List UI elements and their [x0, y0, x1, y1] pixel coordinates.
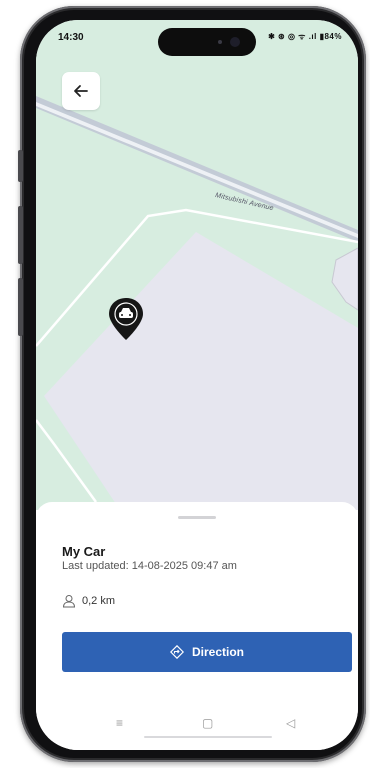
person-icon — [62, 595, 76, 608]
back-button[interactable] — [62, 72, 100, 110]
phone-screen: Mitsubishi Avenue 14:30 ✱ ⊛ ◎ ᯤ .ıl ▮84%… — [36, 20, 358, 750]
direction-button[interactable]: Direction — [62, 632, 352, 672]
status-icons: ✱ ⊛ ◎ ᯤ .ıl ▮84% — [268, 32, 342, 41]
silent-switch — [18, 150, 23, 182]
building-area — [44, 232, 358, 510]
avenue-centerline — [36, 102, 358, 238]
small-building — [331, 247, 358, 311]
home-indicator[interactable] — [144, 736, 272, 738]
sheet-drag-handle[interactable] — [178, 516, 216, 519]
menu-nav-button[interactable]: ≡ — [116, 716, 123, 730]
back-nav-button[interactable]: ◁ — [286, 716, 295, 730]
front-camera — [230, 37, 240, 47]
home-nav-button[interactable]: ▢ — [202, 716, 213, 730]
vehicle-title: My Car — [62, 544, 106, 559]
volume-up-button — [18, 206, 23, 264]
arrow-left-icon — [74, 85, 88, 97]
distance-value: 0,2 km — [82, 595, 116, 607]
sensor-dot — [218, 40, 222, 44]
car-location-pin-icon[interactable] — [106, 296, 146, 342]
volume-down-button — [18, 278, 23, 336]
android-nav-bar: ≡ ▢ ◁ — [36, 710, 358, 738]
direction-label: Direction — [191, 645, 244, 659]
dynamic-island — [158, 28, 256, 56]
status-time: 14:30 — [58, 32, 84, 43]
last-updated-text: Last updated: 14-08-2025 09:47 am — [62, 560, 237, 572]
diamond-arrow-icon — [169, 645, 184, 659]
distance-row: 0,2 km — [62, 594, 115, 608]
vehicle-info-sheet: My Car Last updated: 14-08-2025 09:47 am… — [36, 502, 358, 750]
